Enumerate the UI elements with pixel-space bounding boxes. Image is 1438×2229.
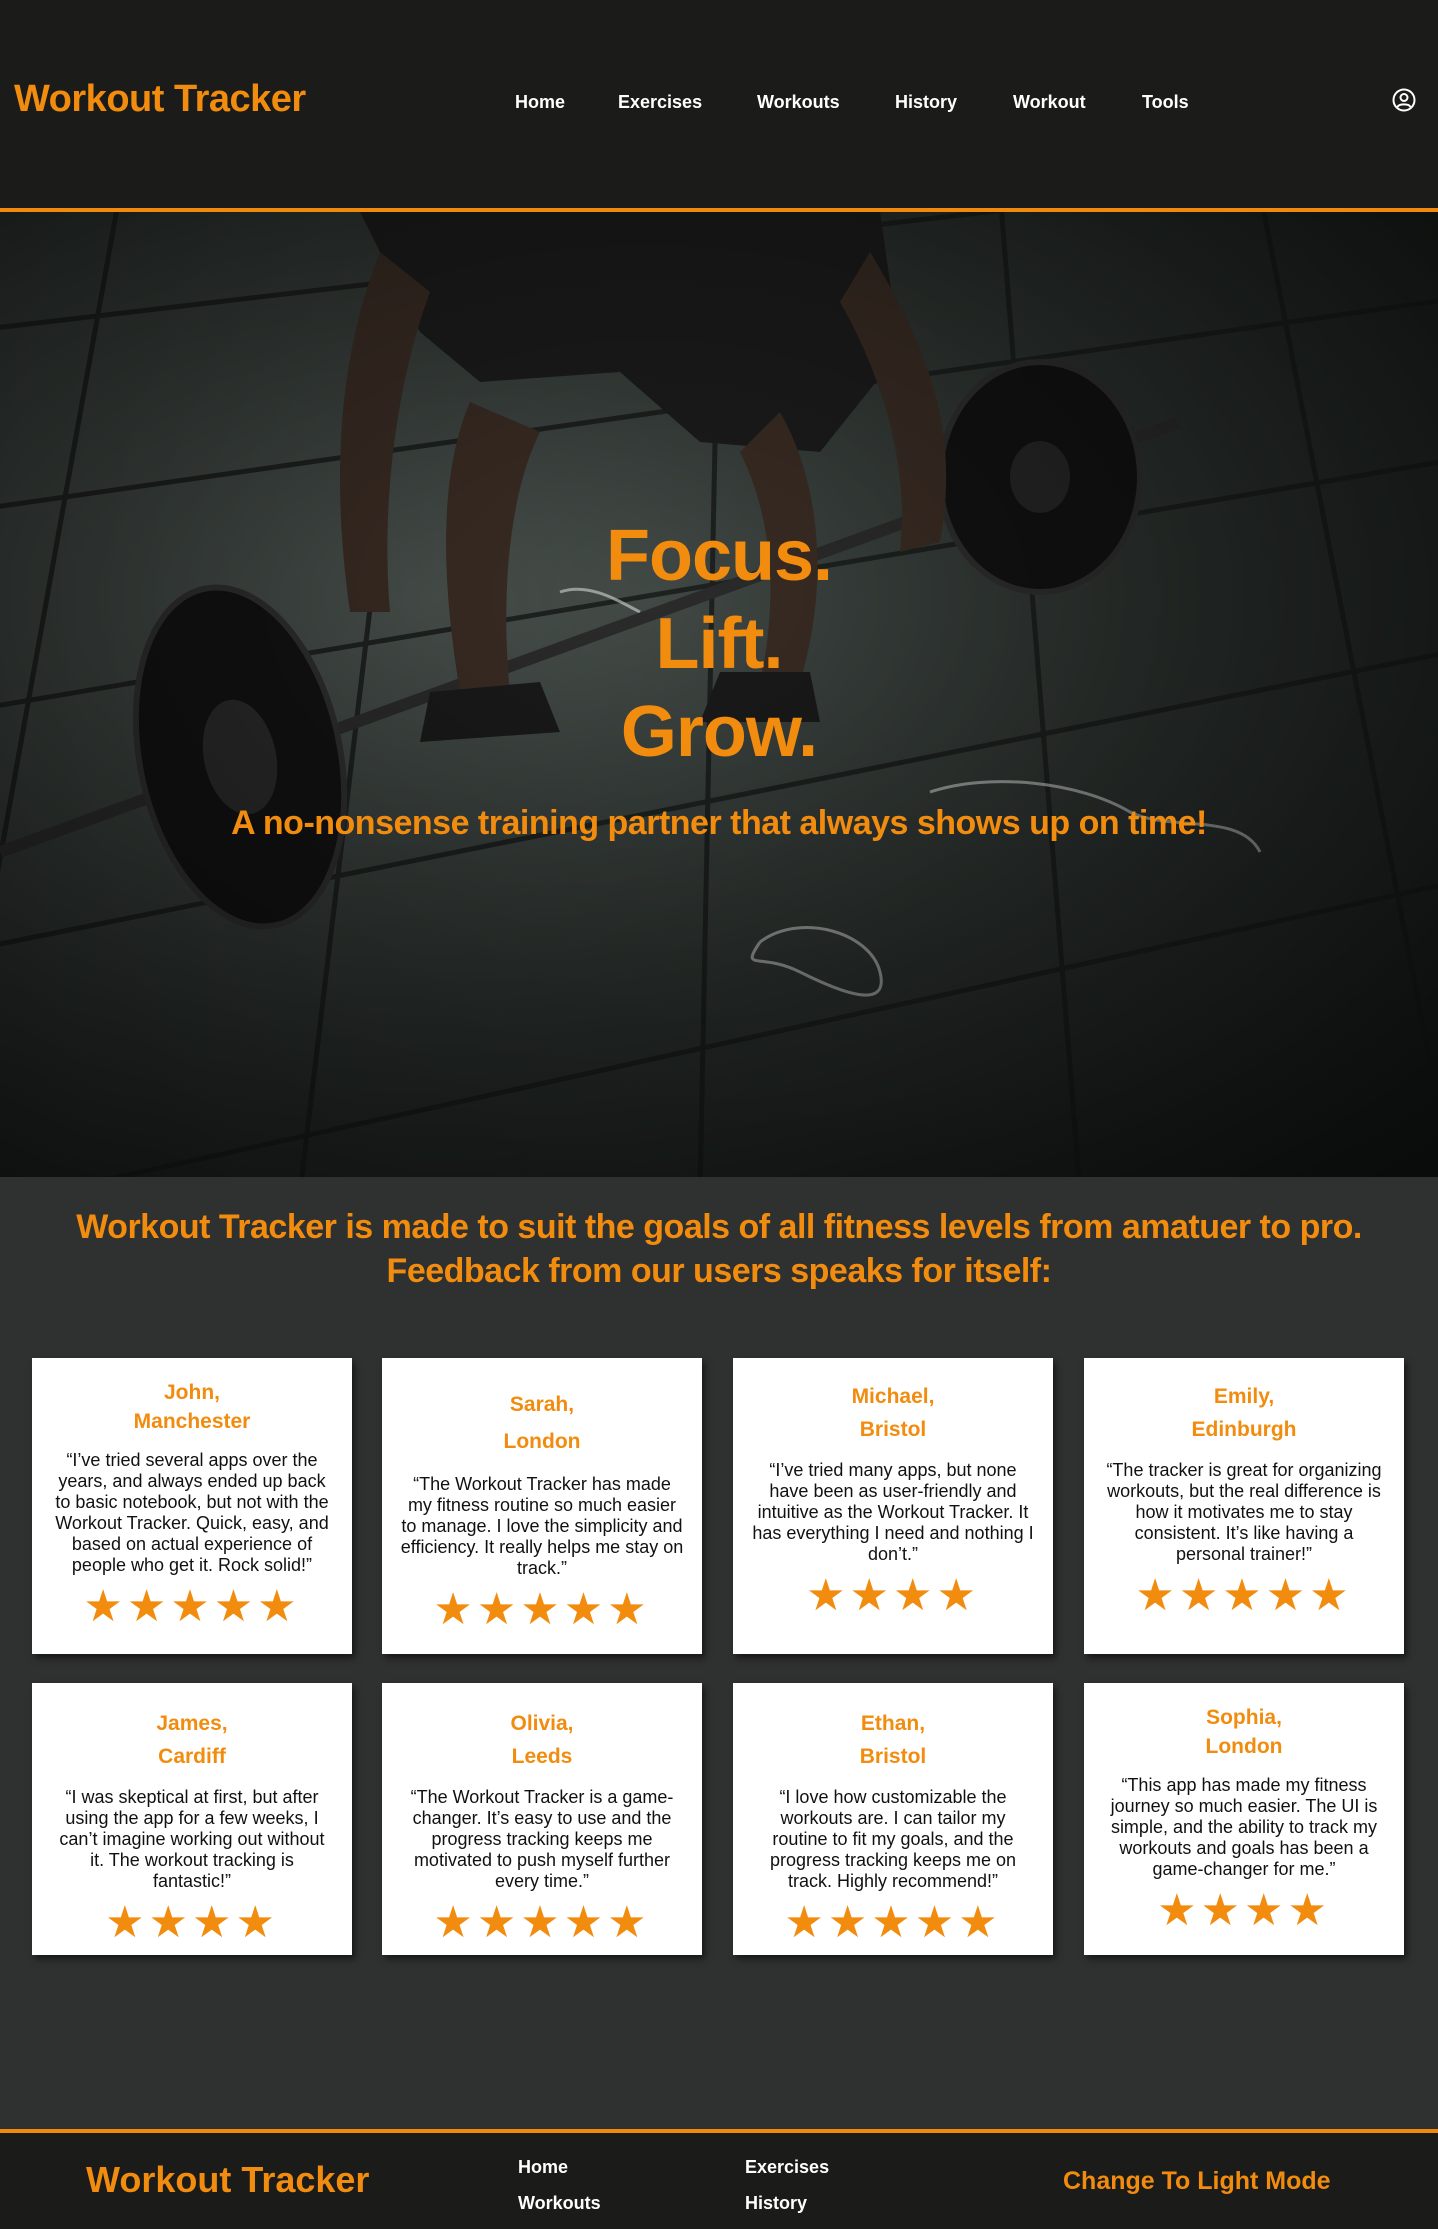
nav-workout[interactable]: Workout [1013,92,1086,113]
reviewer-city: Edinburgh [1191,1418,1297,1441]
reviewer-city: Cardiff [158,1745,226,1768]
light-mode-toggle[interactable]: Change To Light Mode [1063,2167,1331,2196]
reviewer-city: London [503,1430,581,1453]
testimonials-intro: Workout Tracker is made to suit the goal… [76,1208,1362,1290]
reviewer-name: John, [164,1381,220,1404]
star-rating-icon: ★★★★★ [784,1898,1002,1947]
testimonial-card: Sophia, London “This app has made my fit… [1084,1683,1404,1955]
review-text: “I love how customizable the workouts ar… [769,1787,1017,1891]
nav-workouts[interactable]: Workouts [757,92,840,113]
reviewer-city: Bristol [859,1418,927,1441]
reviewer-name: Sophia, [1206,1706,1282,1729]
site-footer: Workout Tracker Home Exercises Workouts … [0,2129,1438,2229]
reviewer-name: Sarah, [509,1393,575,1416]
footer-link-history[interactable]: History [745,2193,807,2214]
star-rating-icon: ★★★★ [1157,1886,1331,1935]
reviewer-name: Olivia, [510,1712,574,1735]
reviewer-name: Emily, [1213,1385,1275,1408]
review-text: “This app has made my fitness journey so… [1110,1775,1378,1879]
testimonial-card: Emily, Edinburgh “The tracker is great f… [1084,1358,1404,1654]
star-rating-icon: ★★★★★ [83,1582,301,1631]
reviewer-name: James, [156,1712,228,1735]
hero-headline: Focus. Lift. Grow. [0,512,1438,776]
reviewer-city: Leeds [511,1745,573,1768]
nav-history[interactable]: History [895,92,957,113]
hero-banner: Focus. Lift. Grow. A no-nonsense trainin… [0,212,1438,1177]
nav-tools[interactable]: Tools [1142,92,1189,113]
star-rating-icon: ★★★★★ [433,1585,651,1634]
footer-link-workouts[interactable]: Workouts [518,2193,601,2214]
footer-link-exercises[interactable]: Exercises [745,2157,829,2178]
reviewer-name: Ethan, [860,1712,926,1735]
testimonial-card: Ethan, Bristol “I love how customizable … [733,1683,1053,1955]
review-text: “The Workout Tracker is a game-changer. … [410,1787,674,1891]
star-rating-icon: ★★★★★ [433,1898,651,1947]
main-nav: Home Exercises Workouts History Workout … [0,92,1438,122]
star-rating-icon: ★★★★★ [1135,1571,1353,1620]
testimonial-card: Olivia, Leeds “The Workout Tracker is a … [382,1683,702,1955]
reviewer-city: London [1205,1735,1283,1758]
testimonial-card: Sarah, London “The Workout Tracker has m… [382,1358,702,1654]
footer-brand[interactable]: Workout Tracker [86,2159,369,2201]
testimonial-card: James, Cardiff “I was skeptical at first… [32,1683,352,1955]
testimonial-card: Michael, Bristol “I’ve tried many apps, … [733,1358,1053,1654]
hero-line-grow: Grow. [620,692,818,772]
hero-line-focus: Focus. [605,516,833,596]
review-text: “The Workout Tracker has made my fitness… [400,1474,684,1578]
nav-exercises[interactable]: Exercises [618,92,702,113]
reviewer-city: Manchester [133,1410,251,1433]
review-text: “I’ve tried many apps, but none have bee… [752,1460,1034,1564]
review-text: “I was skeptical at first, but after usi… [59,1787,325,1891]
star-rating-icon: ★★★★ [105,1898,279,1947]
reviewer-city: Bristol [859,1745,927,1768]
nav-home[interactable]: Home [515,92,565,113]
testimonial-card: John, Manchester “I’ve tried several app… [32,1358,352,1654]
star-rating-icon: ★★★★ [806,1571,980,1620]
reviewer-name: Michael, [851,1385,935,1408]
user-circle-icon[interactable] [1392,88,1416,112]
review-text: “I’ve tried several apps over the years,… [55,1450,329,1575]
review-text: “The tracker is great for organizing wor… [1106,1460,1382,1564]
site-header: Workout Tracker Home Exercises Workouts … [0,0,1438,212]
hero-subtitle: A no-nonsense training partner that alwa… [231,804,1207,842]
footer-link-home[interactable]: Home [518,2157,568,2178]
hero-line-lift: Lift. [655,604,784,684]
